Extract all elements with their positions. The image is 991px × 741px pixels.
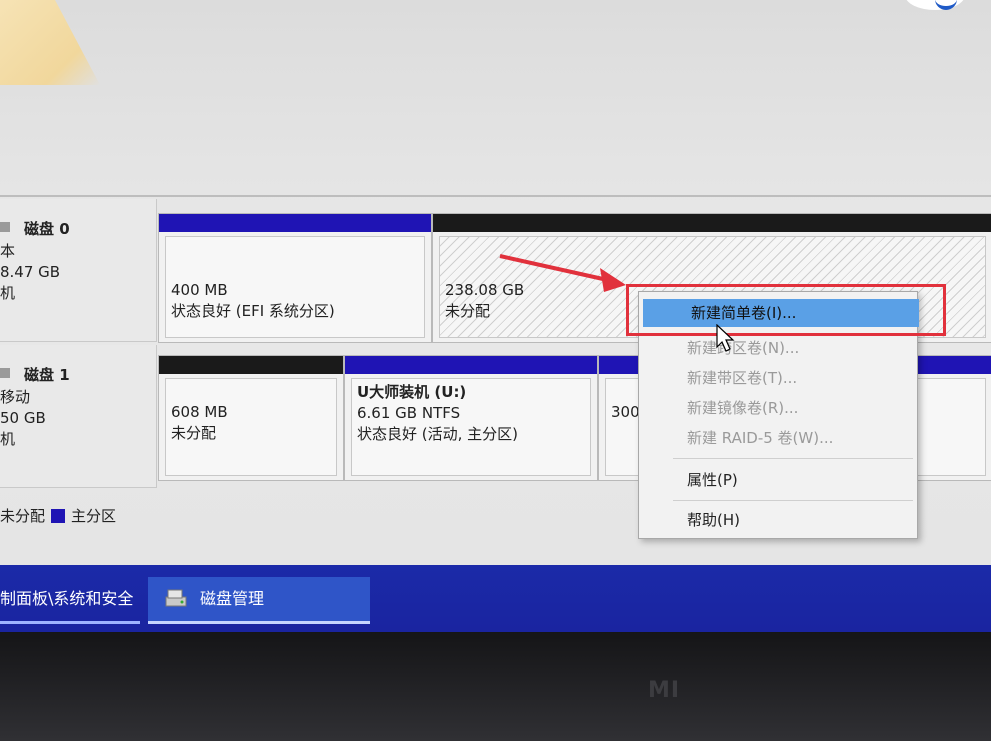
taskbar-item-control-panel[interactable]: 制面板\系统和安全 [0,577,140,624]
taskbar-item-disk-management[interactable]: 磁盘管理 [148,577,370,624]
screen: 磁盘 0 本 8.47 GB 机 400 MB 状态良好 (EFI 系统分区) … [0,0,991,632]
annotation-arrow [499,254,626,292]
mouse-cursor-icon [716,324,735,352]
brand-logo: MI [648,678,681,703]
taskbar: 制面板\系统和安全 磁盘管理 [0,565,991,632]
disk-management-icon [165,589,187,607]
laptop-bezel [0,632,991,741]
